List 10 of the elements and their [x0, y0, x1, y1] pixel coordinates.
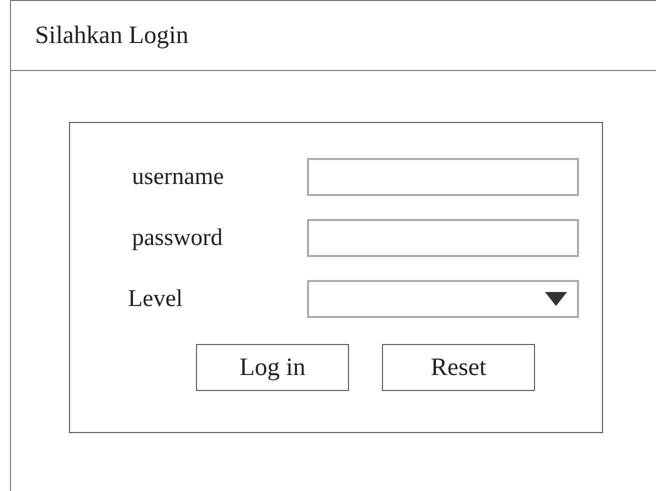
field-label: Level: [127, 286, 184, 312]
login-button[interactable]: Log in: [196, 344, 349, 391]
reset-button[interactable]: Reset: [382, 344, 535, 391]
field-label: password: [131, 224, 224, 252]
username-field[interactable]: [307, 158, 579, 196]
level-dropdown[interactable]: [307, 280, 579, 318]
dropdown-arrow-icon: [545, 292, 567, 306]
field-label: username: [131, 164, 225, 190]
password-field[interactable]: [307, 219, 579, 257]
window-title: Silahkan Login: [35, 22, 188, 50]
